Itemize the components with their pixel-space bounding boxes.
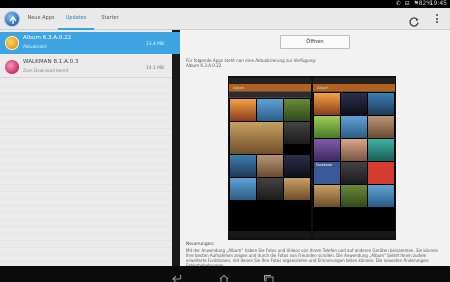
screenshot-phone-right: Album Facebook [313, 78, 395, 238]
status-icons: ✆ ⊟ ⚑ [395, 0, 420, 7]
screenshot-title: Album [233, 86, 245, 90]
photo-grid: Facebook [313, 92, 395, 208]
screenshot-title: Album [317, 86, 329, 90]
action-bar: Neue Apps Updates Starter [0, 8, 450, 30]
app-logo-icon[interactable] [4, 11, 20, 27]
update-list: Album 6.3.A.0.22 Aktualisiert 13.4 MB WA… [0, 30, 180, 266]
walkman-app-icon [5, 60, 19, 74]
navigation-bar [0, 266, 450, 282]
refresh-icon[interactable] [408, 13, 420, 27]
back-icon[interactable] [172, 269, 184, 282]
open-button[interactable]: Öffnen [280, 35, 350, 49]
overflow-menu-icon[interactable] [434, 13, 440, 25]
photo-grid [229, 98, 311, 201]
app-size: 14.1 MB [146, 66, 164, 71]
home-icon[interactable] [218, 269, 230, 282]
album-app-icon [5, 36, 19, 50]
app-size: 13.4 MB [146, 42, 164, 47]
app-name: Album 6.3.A.0.22 [23, 35, 72, 41]
app-name: WALKMAN 8.1.A.0.3 [23, 59, 79, 65]
tab-starter[interactable]: Starter [96, 8, 124, 30]
changes-text: Mit der Anwendung „Album“ haben Sie Foto… [186, 248, 439, 268]
tab-updates[interactable]: Updates [58, 8, 94, 30]
app-status: Aktualisiert [23, 44, 47, 49]
clock: 19:45 [429, 0, 447, 7]
list-item-walkman[interactable]: WALKMAN 8.1.A.0.3 Zum Download bereit 14… [0, 56, 172, 78]
app-screenshot: Album Album Facebook [228, 76, 396, 240]
list-item-album[interactable]: Album 6.3.A.0.22 Aktualisiert 13.4 MB [0, 32, 180, 54]
changes-heading: Neuerungen: [186, 242, 215, 247]
tab-new-apps[interactable]: Neue Apps [26, 8, 56, 30]
selection-arrow [172, 36, 180, 50]
update-description: Für folgende Apps steht nun eine Aktuali… [186, 58, 317, 68]
recents-icon[interactable] [263, 269, 275, 282]
detail-pane: Öffnen Für folgende Apps steht nun eine … [180, 30, 450, 268]
screenshot-phone-left: Album [229, 78, 311, 238]
app-status: Zum Download bereit [23, 68, 69, 73]
status-bar: ✆ ⊟ ⚑ 82% 19:45 [0, 0, 450, 8]
screen: ✆ ⊟ ⚑ 82% 19:45 Neue Apps Updates Starte… [0, 0, 450, 282]
